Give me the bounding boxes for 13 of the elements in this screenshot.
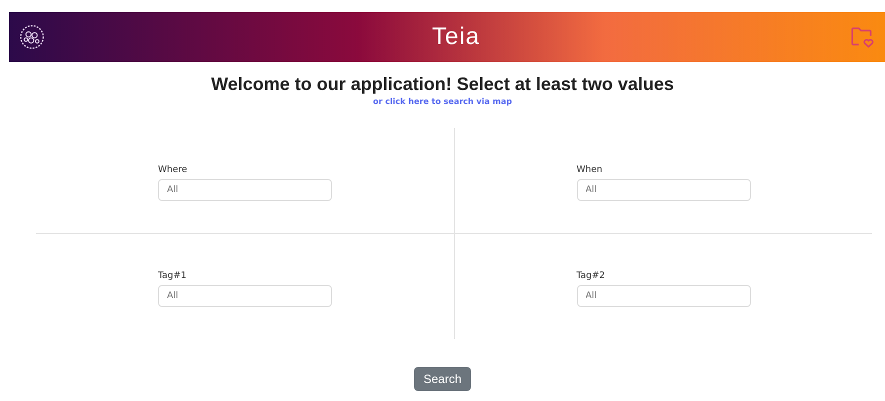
input-field[interactable]: All (158, 178, 332, 200)
map-search-link[interactable]: or click here to search via map (372, 97, 512, 106)
search-button[interactable]: Search (414, 367, 471, 391)
page-title: Welcome to our application! Select at least two values (210, 74, 675, 95)
input-field[interactable]: All (158, 284, 332, 306)
field-label: When (576, 164, 604, 174)
logo-text[interactable]: Teia (432, 23, 480, 51)
field-label: Tag#2 (576, 270, 606, 280)
input-field[interactable]: All (576, 178, 750, 200)
field-label: Tag#1 (158, 270, 188, 280)
field-label: Where (158, 164, 188, 174)
input-field[interactable]: All (576, 284, 750, 306)
globe-logo-icon[interactable] (19, 24, 45, 50)
